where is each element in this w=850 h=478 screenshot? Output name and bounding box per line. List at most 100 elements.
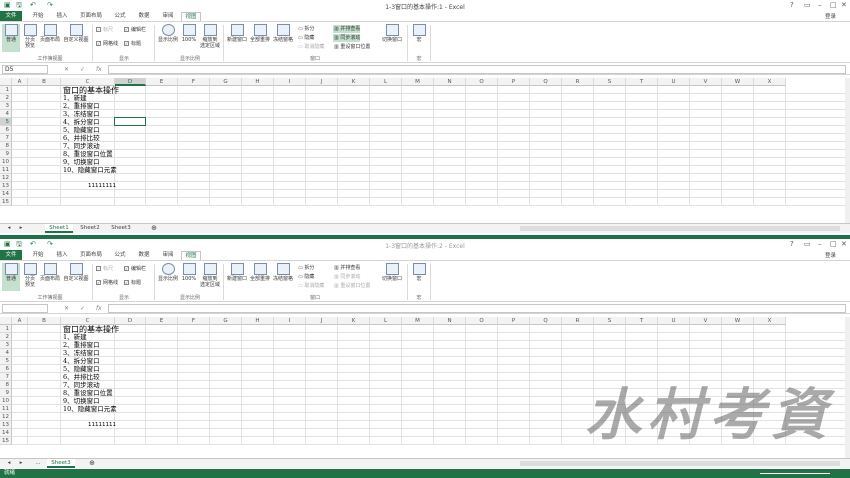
tab-home[interactable]: 开始 [28,251,48,260]
tab-home[interactable]: 开始 [28,12,48,21]
tab-file[interactable]: 文件 [0,250,22,260]
tab-insert[interactable]: 插入 [52,251,72,260]
row-header[interactable]: 13 [0,182,12,190]
maximize-icon[interactable]: □ [830,240,837,248]
sheet-tab-1[interactable]: Sheet1 [45,224,73,233]
formula-bar-checkbox[interactable]: ✓ 编辑栏 [124,265,146,273]
column-header[interactable]: V [690,78,722,86]
sheet-scroll-right-icon[interactable]: ▸ [16,224,26,233]
sheet-tab-3[interactable]: Sheet3 [47,459,75,468]
row-header[interactable]: 4 [0,110,12,118]
column-header[interactable]: E [146,78,178,86]
select-all-corner[interactable] [0,78,12,86]
insert-function-icon[interactable]: fx [96,305,102,312]
row-header[interactable]: 7 [0,373,12,381]
list-item-cell[interactable]: 8、重设窗口位置 [63,150,113,158]
column-header[interactable]: F [178,78,210,86]
column-header[interactable]: Q [530,78,562,86]
maximize-icon[interactable]: □ [830,1,837,9]
list-item-cell[interactable]: 8、重设窗口位置 [63,389,113,397]
column-header[interactable]: D [115,78,146,86]
column-header[interactable]: H [242,317,274,325]
list-item-cell[interactable]: 4、拆分窗口 [63,118,100,126]
row-header[interactable]: 6 [0,365,12,373]
sheet-tab-3[interactable]: Sheet3 [107,224,135,233]
switch-windows-button[interactable]: 切换窗口 [380,24,404,52]
horizontal-scrollbar[interactable] [520,461,840,466]
insert-function-icon[interactable]: fx [96,66,102,73]
list-item-cell[interactable]: 4、拆分窗口 [63,357,100,365]
page-layout-button[interactable]: 页面布局 [39,263,61,291]
row-header[interactable]: 11 [0,166,12,174]
sign-in[interactable]: 登录 [825,12,836,20]
hide-button[interactable]: ▭ 隐藏 [297,34,314,42]
split-button[interactable]: ▭ 拆分 [297,264,314,272]
tab-review[interactable]: 审阅 [158,12,178,21]
close-icon[interactable]: ✕ [841,240,847,248]
column-header[interactable]: U [658,78,690,86]
column-header[interactable]: R [562,317,594,325]
reset-window-position-button[interactable]: ▥ 重设窗口位置 [333,282,370,290]
arrange-all-button[interactable]: 全部重排 [249,263,271,291]
reset-window-position-button[interactable]: ▥ 重设窗口位置 [333,43,370,51]
page-break-preview-button[interactable]: 分页 预览 [22,24,38,52]
row-header[interactable]: 13 [0,421,12,429]
tab-page-layout[interactable]: 页面布局 [76,251,106,260]
column-header[interactable]: P [498,78,530,86]
worksheet-grid[interactable]: A B C D E F G H I J K L M N O P Q R S T U V W X 1 2 3 4 5 6 7 8 9 10 11 12 1… [0,78,850,222]
row-header[interactable]: 12 [0,413,12,421]
row-header[interactable]: 10 [0,397,12,405]
cancel-icon[interactable]: ✕ [64,305,69,312]
synchronous-scrolling-button[interactable]: ▥ 同步滚动 [333,34,361,42]
column-header[interactable]: M [402,317,434,325]
split-button[interactable]: ▭ 拆分 [297,25,314,33]
list-item-cell[interactable]: 5、隐藏窗口 [63,126,100,134]
view-side-by-side-button[interactable]: ▥ 并排查看 [333,25,361,33]
formula-bar-checkbox[interactable]: ✓ 编辑栏 [124,26,146,34]
unhide-button[interactable]: ▭ 取消隐藏 [297,282,324,290]
column-header[interactable]: A [12,317,28,325]
close-icon[interactable]: ✕ [841,1,847,9]
sheet-scroll-left-icon[interactable]: ◂ [4,224,14,233]
row-header[interactable]: 8 [0,142,12,150]
custom-views-button[interactable]: 自定义视图 [62,263,90,291]
list-item-cell[interactable]: 3、冻结窗口 [63,349,100,357]
minimize-icon[interactable]: – [818,240,822,248]
tab-data[interactable]: 数据 [134,12,154,21]
enter-icon[interactable]: ✓ [80,305,85,312]
row-header[interactable]: 2 [0,94,12,102]
column-header[interactable]: R [562,78,594,86]
ruler-checkbox[interactable]: ✓ 标尺 [96,26,113,34]
horizontal-scrollbar[interactable] [520,226,840,231]
tab-formulas[interactable]: 公式 [110,251,130,260]
column-header[interactable]: L [370,317,402,325]
tab-data[interactable]: 数据 [134,251,154,260]
unhide-button[interactable]: ▭ 取消隐藏 [297,43,324,51]
macros-button[interactable]: 宏 [411,24,427,52]
row-header[interactable]: 11 [0,405,12,413]
row-header[interactable]: 8 [0,381,12,389]
column-header[interactable]: J [306,317,338,325]
column-header[interactable]: I [274,78,306,86]
column-header[interactable]: S [594,317,626,325]
tab-insert[interactable]: 插入 [52,12,72,21]
list-item-cell[interactable]: 7、同步滚动 [63,142,100,150]
vertical-scrollbar[interactable] [845,317,850,458]
new-window-button[interactable]: 新建窗口 [226,263,248,291]
headings-checkbox[interactable]: ✓ 标题 [124,40,141,48]
column-header[interactable]: G [210,317,242,325]
page-layout-button[interactable]: 页面布局 [39,24,61,52]
list-item-cell[interactable]: 5、隐藏窗口 [63,365,100,373]
row-header[interactable]: 15 [0,198,12,206]
row-header[interactable]: 5 [0,357,12,365]
column-header[interactable]: J [306,78,338,86]
column-header[interactable]: F [178,317,210,325]
arrange-all-button[interactable]: 全部重排 [249,24,271,52]
number-cell[interactable]: 11111111 [61,182,116,190]
sheet-scroll-right-icon[interactable]: ▸ [16,459,26,468]
list-item-cell[interactable]: 10、隐藏窗口元素 [63,166,117,174]
list-item-cell[interactable]: 1、新建 [63,333,87,341]
column-header[interactable]: K [338,78,370,86]
column-header[interactable]: N [434,317,466,325]
formula-input[interactable] [108,65,846,74]
